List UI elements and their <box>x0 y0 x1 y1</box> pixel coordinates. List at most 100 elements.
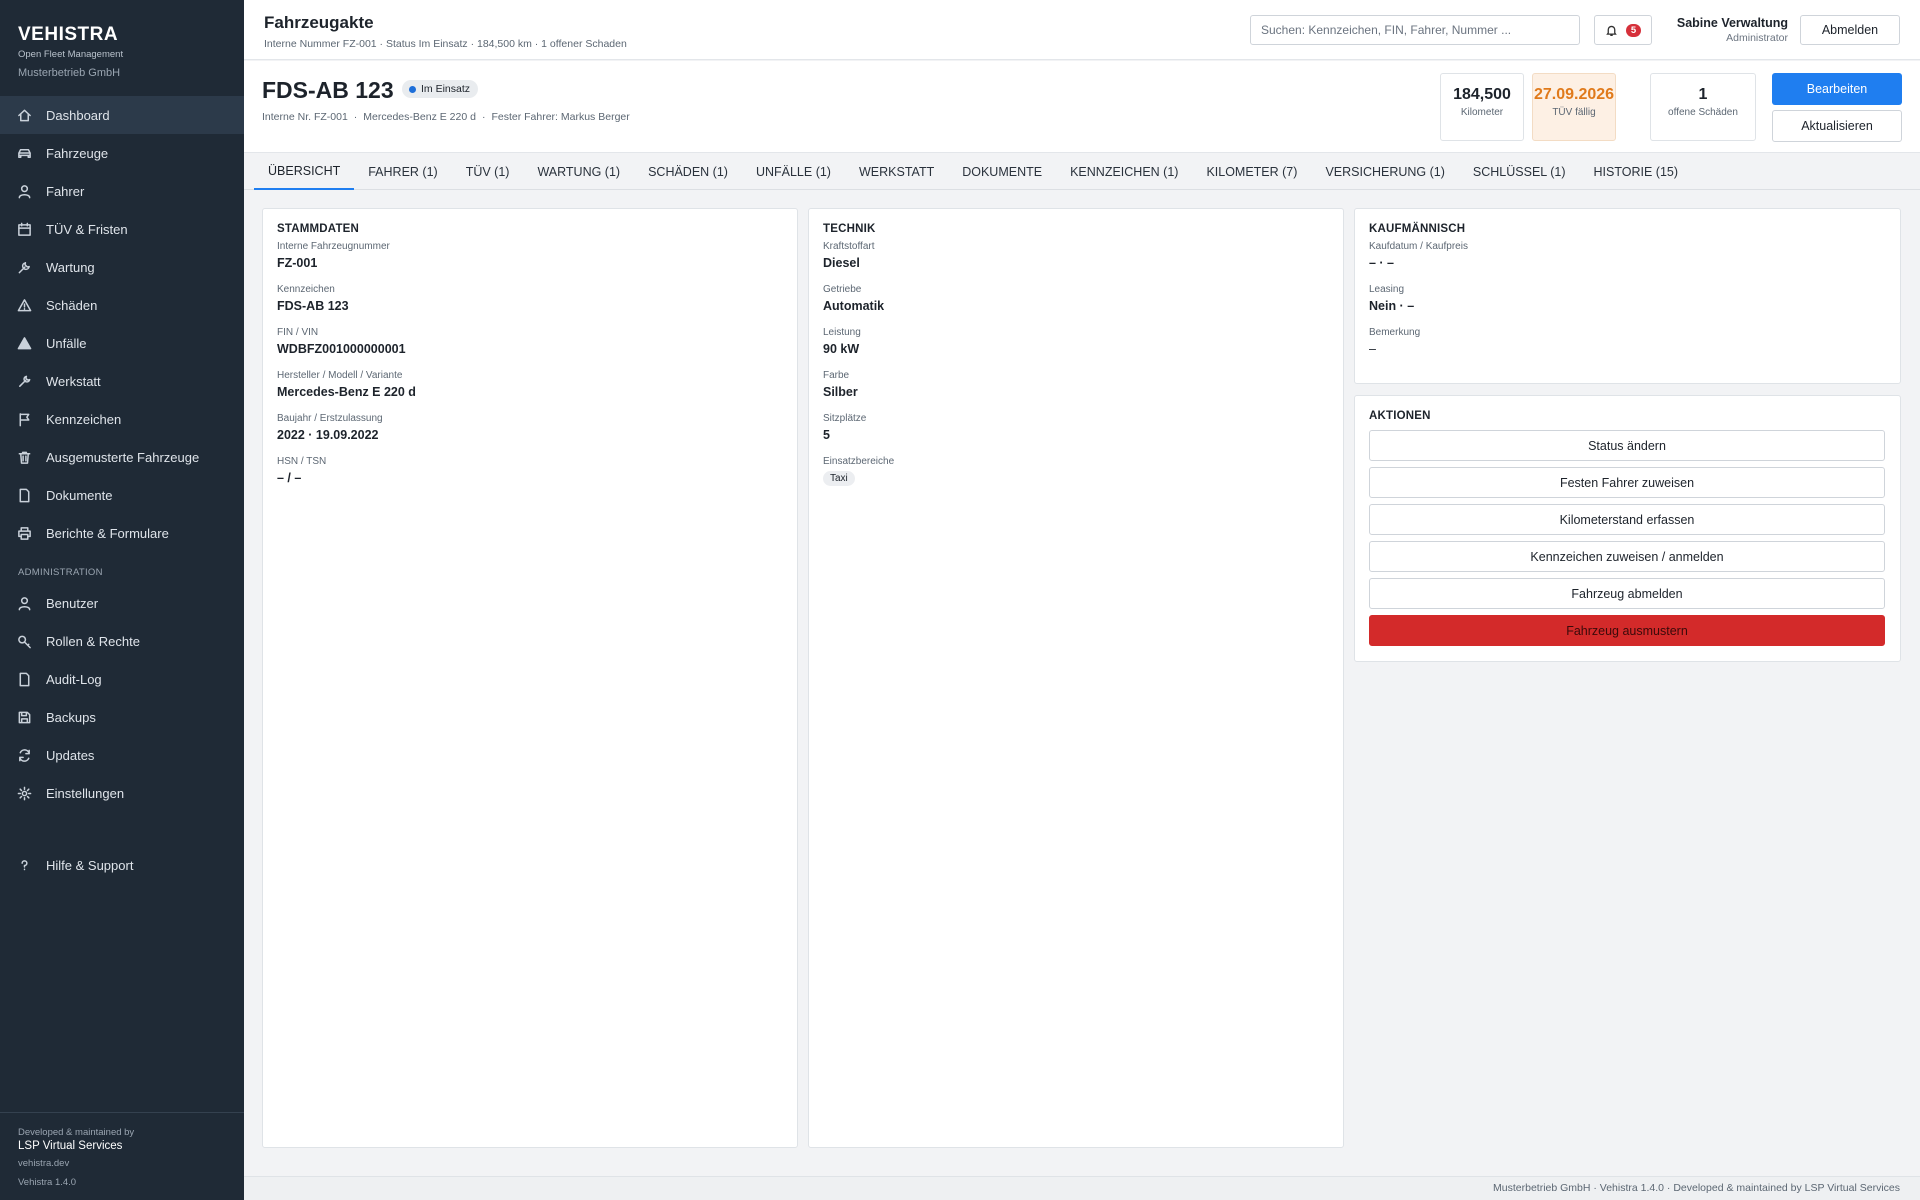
sidebar-item-benutzer[interactable]: Benutzer <box>0 584 244 622</box>
tab-wartung[interactable]: WARTUNG (1) <box>523 154 634 190</box>
sidebar-item-wartung[interactable]: Wartung <box>0 248 244 286</box>
field-label: Interne Fahrzeugnummer <box>277 241 390 252</box>
sidebar-item-rollen[interactable]: Rollen & Rechte <box>0 622 244 660</box>
bell-icon <box>1606 25 1617 36</box>
sidebar-item-audit-log[interactable]: Audit-Log <box>0 660 244 698</box>
sidebar-item-einstellungen[interactable]: Einstellungen <box>0 774 244 812</box>
field-value: – · – <box>1369 256 1395 270</box>
field-getriebe: Getriebe Automatik <box>823 284 1329 313</box>
sidebar-item-label: Audit-Log <box>46 671 102 687</box>
field-kennzeichen: Kennzeichen FDS-AB 123 <box>277 284 783 313</box>
sidebar-item-kennzeichen[interactable]: Kennzeichen <box>0 400 244 438</box>
field-farbe: Farbe Silber <box>823 370 1329 399</box>
sidebar-item-hilfe[interactable]: Hilfe & Support <box>0 846 244 884</box>
field-fin: FIN / VIN WDBFZ001000000001 <box>277 327 783 356</box>
developed-by-label: Developed & maintained by <box>18 1127 135 1138</box>
refresh-button[interactable]: Aktualisieren <box>1772 110 1902 142</box>
sidebar-item-label: Schäden <box>46 297 98 313</box>
tool-icon <box>16 373 32 389</box>
tab-kilometer[interactable]: KILOMETER (7) <box>1192 154 1311 190</box>
document-icon <box>16 671 32 687</box>
developer-site[interactable]: vehistra.dev <box>18 1158 226 1169</box>
tab-dokumente[interactable]: DOKUMENTE <box>948 154 1056 190</box>
gear-icon <box>16 785 32 801</box>
kpi-schaeden: 1 offene Schäden <box>1650 73 1756 141</box>
sidebar-item-berichte[interactable]: Berichte & Formulare <box>0 514 244 552</box>
tab-schaeden[interactable]: SCHÄDEN (1) <box>634 154 742 190</box>
retire-vehicle-button[interactable]: Fahrzeug ausmustern <box>1369 615 1885 646</box>
sidebar-item-label: Werkstatt <box>46 373 101 389</box>
field-label: Leistung <box>823 327 861 338</box>
developer-company: LSP Virtual Services <box>18 1140 123 1152</box>
notifications-button[interactable]: 5 <box>1594 15 1652 45</box>
field-hsn-tsn: HSN / TSN – / – <box>277 456 783 485</box>
assign-plate-button[interactable]: Kennzeichen zuweisen / anmelden <box>1369 541 1885 572</box>
tab-versicherung[interactable]: VERSICHERUNG (1) <box>1311 154 1458 190</box>
app-version: Vehistra 1.4.0 <box>18 1177 77 1188</box>
sidebar-item-dashboard[interactable]: Dashboard <box>0 96 244 134</box>
kpi-tuev: 27.09.2026 TÜV fällig <box>1532 73 1616 141</box>
change-status-button[interactable]: Status ändern <box>1369 430 1885 461</box>
tab-schluessel[interactable]: SCHLÜSSEL (1) <box>1459 154 1580 190</box>
kpi-value: 1 <box>1698 86 1708 103</box>
einsatz-chip: Taxi <box>823 471 855 486</box>
sidebar-item-tuev[interactable]: TÜV & Fristen <box>0 210 244 248</box>
tab-unfaelle[interactable]: UNFÄLLE (1) <box>742 154 845 190</box>
field-label: Kennzeichen <box>277 284 335 295</box>
sidebar-item-unfaelle[interactable]: Unfälle <box>0 324 244 362</box>
sidebar-item-schaeden[interactable]: Schäden <box>0 286 244 324</box>
tab-historie[interactable]: HISTORIE (15) <box>1580 154 1693 190</box>
field-interne-nummer: Interne Fahrzeugnummer FZ-001 <box>277 241 783 270</box>
sidebar-item-dokumente[interactable]: Dokumente <box>0 476 244 514</box>
card-title: STAMMDATEN <box>277 223 360 235</box>
edit-button[interactable]: Bearbeiten <box>1772 73 1902 105</box>
kaufmaennisch-card: KAUFMÄNNISCH Kaufdatum / Kaufpreis – · –… <box>1354 208 1901 384</box>
field-value: 5 <box>823 428 830 442</box>
field-bemerkung: Bemerkung – <box>1369 327 1886 356</box>
tab-kennzeichen[interactable]: KENNZEICHEN (1) <box>1056 154 1192 190</box>
logout-button[interactable]: Abmelden <box>1800 15 1900 45</box>
sidebar-item-label: Updates <box>46 747 95 763</box>
assign-driver-button[interactable]: Festen Fahrer zuweisen <box>1369 467 1885 498</box>
sidebar-item-backups[interactable]: Backups <box>0 698 244 736</box>
sidebar-item-label: Hilfe & Support <box>46 857 134 873</box>
sidebar-item-fahrzeuge[interactable]: Fahrzeuge <box>0 134 244 172</box>
warning-icon <box>16 297 32 313</box>
sidebar-item-label: Einstellungen <box>46 785 125 801</box>
brand-tagline: Open Fleet Management <box>18 49 124 60</box>
vehicle-header: FDS-AB 123 Im Einsatz Interne Nr. FZ-001… <box>244 61 1920 153</box>
field-label: Kraftstoffart <box>823 241 875 252</box>
refresh-icon <box>16 747 32 763</box>
sidebar-item-label: Rollen & Rechte <box>46 633 140 649</box>
notification-count-badge: 5 <box>1625 23 1642 37</box>
status-badge: Im Einsatz <box>402 80 479 98</box>
kpi-value: 184,500 <box>1453 86 1511 103</box>
brand-org: Musterbetrieb GmbH <box>18 67 121 79</box>
field-leasing: Leasing Nein · – <box>1369 284 1886 313</box>
sidebar-item-werkstatt[interactable]: Werkstatt <box>0 362 244 400</box>
sidebar-item-label: TÜV & Fristen <box>46 221 128 237</box>
search-input[interactable] <box>1250 15 1580 45</box>
tab-uebersicht[interactable]: ÜBERSICHT <box>254 154 355 190</box>
tab-tuev[interactable]: TÜV (1) <box>452 154 524 190</box>
admin-section-heading: ADMINISTRATION <box>18 567 103 578</box>
user-role: Administrator <box>1726 32 1788 44</box>
tab-werkstatt[interactable]: WERKSTATT <box>845 154 948 190</box>
field-hersteller: Hersteller / Modell / Variante Mercedes-… <box>277 370 783 399</box>
home-icon <box>16 107 32 123</box>
field-kraftstoff: Kraftstoffart Diesel <box>823 241 1329 270</box>
sidebar-item-fahrer[interactable]: Fahrer <box>0 172 244 210</box>
trash-icon <box>16 449 32 465</box>
record-mileage-button[interactable]: Kilometerstand erfassen <box>1369 504 1885 535</box>
sidebar-item-updates[interactable]: Updates <box>0 736 244 774</box>
sidebar-item-label: Kennzeichen <box>46 411 122 427</box>
field-label: Einsatzbereiche <box>823 456 895 467</box>
sidebar-item-ausgemustert[interactable]: Ausgemusterte Fahrzeuge <box>0 438 244 476</box>
field-kaufdatum: Kaufdatum / Kaufpreis – · – <box>1369 241 1886 270</box>
deregister-vehicle-button[interactable]: Fahrzeug abmelden <box>1369 578 1885 609</box>
sidebar-footer: Developed & maintained by LSP Virtual Se… <box>0 1112 244 1188</box>
key-icon <box>16 633 32 649</box>
calendar-icon <box>16 221 32 237</box>
field-value: – / – <box>277 471 302 485</box>
tab-fahrer[interactable]: FAHRER (1) <box>354 154 451 190</box>
